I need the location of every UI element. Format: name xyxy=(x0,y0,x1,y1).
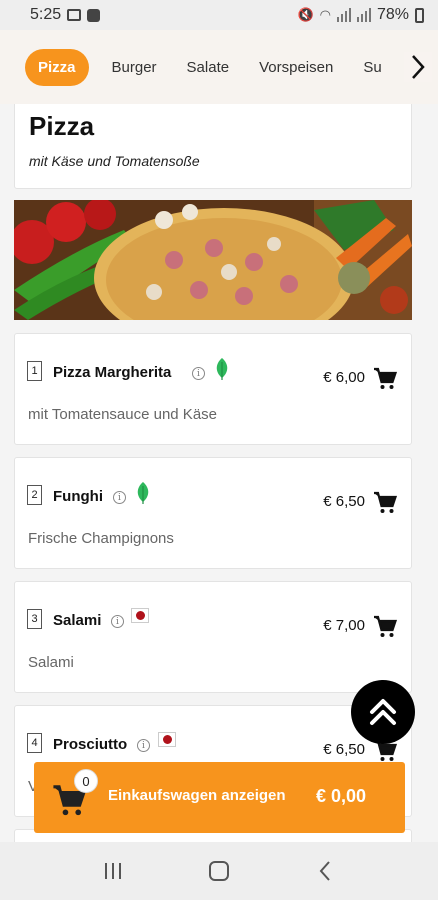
item-name: Funghi xyxy=(53,488,103,505)
leaf-icon xyxy=(216,358,228,380)
home-icon xyxy=(209,861,229,881)
scroll-to-top-button[interactable] xyxy=(351,680,415,744)
mute-icon: 🔇 xyxy=(297,7,314,22)
back-button[interactable] xyxy=(310,856,340,886)
cart-count-badge: 0 xyxy=(74,769,98,793)
flag-icon xyxy=(131,608,149,623)
shopping-bag-icon xyxy=(87,8,101,22)
wifi-icon: ◠ xyxy=(319,7,331,22)
item-number: 3 xyxy=(27,609,42,629)
category-tabs: Pizza Burger Salate Vorspeisen Su xyxy=(0,48,438,86)
status-right: 🔇 ◠ 78% xyxy=(297,6,424,24)
status-bar: 5:25 🔇 ◠ 78% xyxy=(0,0,438,30)
recent-apps-icon xyxy=(105,863,121,879)
battery-icon xyxy=(415,7,424,23)
item-number: 1 xyxy=(27,361,42,381)
tab-su[interactable]: Su xyxy=(352,49,392,86)
chevron-right-icon[interactable] xyxy=(404,52,432,82)
system-nav-bar xyxy=(0,842,438,900)
battery-percent: 78% xyxy=(376,6,409,23)
item-price: € 6,50 xyxy=(323,493,365,510)
signal-icon xyxy=(336,8,351,22)
leaf-icon xyxy=(137,482,149,504)
info-icon[interactable]: i xyxy=(113,491,126,504)
tab-vorspeisen[interactable]: Vorspeisen xyxy=(248,49,344,86)
section-subtitle: mit Käse und Tomatensoße xyxy=(29,153,200,169)
info-icon[interactable]: i xyxy=(192,367,205,380)
add-to-cart-icon[interactable] xyxy=(373,367,397,391)
info-icon[interactable]: i xyxy=(111,615,124,628)
item-price: € 6,50 xyxy=(323,741,365,758)
back-icon xyxy=(319,861,330,881)
menu-item[interactable]: 2 Funghi i € 6,50 Frische Champignons xyxy=(14,457,412,569)
flag-icon xyxy=(158,732,176,747)
pizza-banner-image xyxy=(14,200,412,320)
recent-apps-button[interactable] xyxy=(98,856,128,886)
double-chevron-up-icon xyxy=(370,699,396,725)
gallery-icon xyxy=(67,9,82,21)
item-description: mit Tomatensauce und Käse xyxy=(28,406,218,423)
info-icon[interactable]: i xyxy=(137,739,150,752)
item-price: € 7,00 xyxy=(323,617,365,634)
item-description: Salami xyxy=(28,654,74,671)
item-name: Prosciutto xyxy=(53,736,128,753)
item-number: 4 xyxy=(27,733,42,753)
app-screen: 5:25 🔇 ◠ 78% Pizza Burger Salate Vorspei… xyxy=(0,0,438,900)
menu-item[interactable]: 3 Salami i € 7,00 Salami xyxy=(14,581,412,693)
item-name: Pizza Margherita xyxy=(53,364,172,381)
section-title: Pizza xyxy=(29,111,95,141)
status-time: 5:25 xyxy=(30,6,62,23)
tab-salate[interactable]: Salate xyxy=(176,49,241,86)
item-name: Salami xyxy=(53,612,102,629)
category-bar: Pizza Burger Salate Vorspeisen Su xyxy=(0,30,438,104)
home-button[interactable] xyxy=(204,856,234,886)
item-number: 2 xyxy=(27,485,42,505)
cart-total: € 0,00 xyxy=(316,786,367,806)
view-cart-button[interactable]: 0 Einkaufswagen anzeigen € 0,00 xyxy=(34,762,405,833)
item-price: € 6,00 xyxy=(323,369,365,386)
tab-burger[interactable]: Burger xyxy=(101,49,168,86)
add-to-cart-icon[interactable] xyxy=(373,615,397,639)
add-to-cart-icon[interactable] xyxy=(373,491,397,515)
view-cart-label: Einkaufswagen anzeigen xyxy=(108,787,286,804)
item-description: Frische Champignons xyxy=(28,530,174,547)
status-left: 5:25 xyxy=(30,6,101,24)
menu-item[interactable]: 1 Pizza Margherita i € 6,00 mit Tomatens… xyxy=(14,333,412,445)
section-header: Pizza mit Käse und Tomatensoße xyxy=(14,104,412,189)
tab-pizza[interactable]: Pizza xyxy=(25,48,89,86)
signal-2-icon xyxy=(356,8,371,22)
